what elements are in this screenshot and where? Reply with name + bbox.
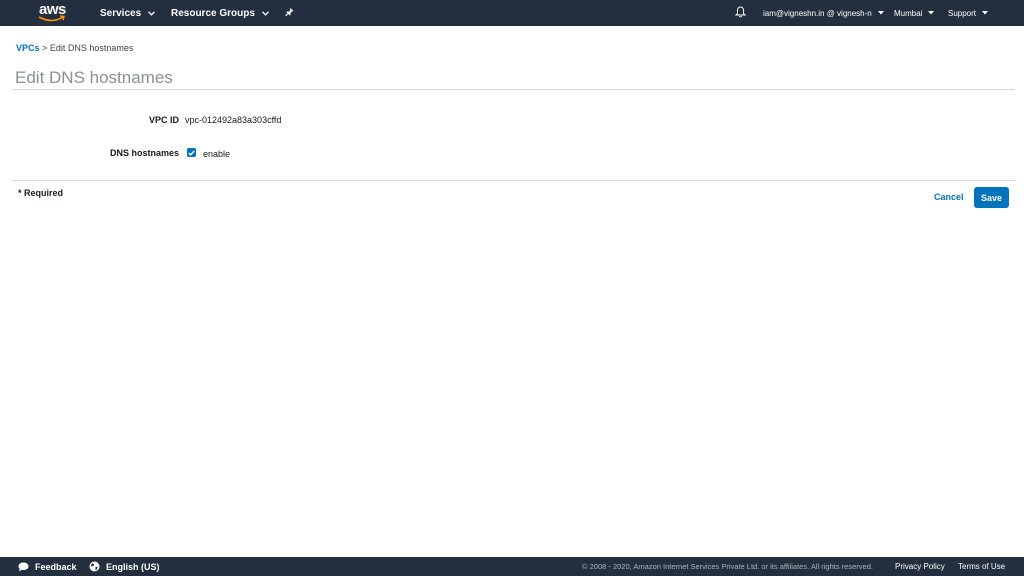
services-menu[interactable]: Services [100,0,156,26]
chevron-down-icon [148,9,156,18]
support-menu[interactable]: Support [948,0,989,26]
speech-bubble-icon [18,562,29,571]
footer-bar: Feedback English (US) © 2008 - 2020, Ama… [0,557,1024,576]
breadcrumb-current: Edit DNS hostnames [49,43,134,53]
support-label: Support [948,8,977,18]
breadcrumb-vpcs-link[interactable]: VPCs [16,43,40,53]
save-button[interactable]: Save [974,187,1009,208]
caret-down-icon [928,10,935,17]
language-selector[interactable]: English (US) [89,557,160,576]
region-label: Mumbai [894,8,923,18]
account-label: iam@vigneshn.in @ vignesh-n [763,8,872,18]
title-divider [12,89,1015,90]
globe-icon [89,561,100,572]
region-menu[interactable]: Mumbai [894,0,935,26]
bell-icon [734,5,747,21]
language-label: English (US) [106,561,160,572]
pin-icon [285,7,295,20]
terms-of-use-link[interactable]: Terms of Use [958,557,1005,576]
aws-smile-icon [38,15,65,22]
notifications-button[interactable] [734,0,747,26]
pin-button[interactable] [285,0,295,26]
caret-down-icon [982,10,989,17]
form-divider [12,180,1015,181]
vpc-id-value: vpc-012492a83a303cffd [185,115,282,125]
account-menu[interactable]: iam@vigneshn.in @ vignesh-n [763,0,884,26]
cancel-button[interactable]: Cancel [934,192,964,202]
top-navigation-bar: aws Services Resource Groups iam@vignesh… [0,0,1024,26]
breadcrumb-separator: > [42,43,48,53]
feedback-label: Feedback [35,561,77,572]
copyright-text: © 2008 - 2020, Amazon Internet Services … [582,562,873,571]
dns-hostnames-enable-checkbox[interactable] [187,148,196,157]
resource-groups-label: Resource Groups [171,7,255,19]
required-note: * Required [18,188,64,198]
breadcrumb: VPCs > Edit DNS hostnames [16,43,133,53]
check-icon [188,150,195,156]
chevron-down-icon [261,9,269,18]
caret-down-icon [877,10,884,17]
resource-groups-menu[interactable]: Resource Groups [171,0,269,26]
dns-hostnames-enable-label[interactable]: enable [203,149,230,159]
vpc-id-label: VPC ID [148,115,179,125]
feedback-button[interactable]: Feedback [18,557,77,576]
privacy-policy-link[interactable]: Privacy Policy [895,557,945,576]
page-title: Edit DNS hostnames [15,68,173,87]
dns-hostnames-label: DNS hostnames [109,148,179,158]
aws-logo[interactable]: aws [38,2,68,24]
services-label: Services [100,7,142,19]
